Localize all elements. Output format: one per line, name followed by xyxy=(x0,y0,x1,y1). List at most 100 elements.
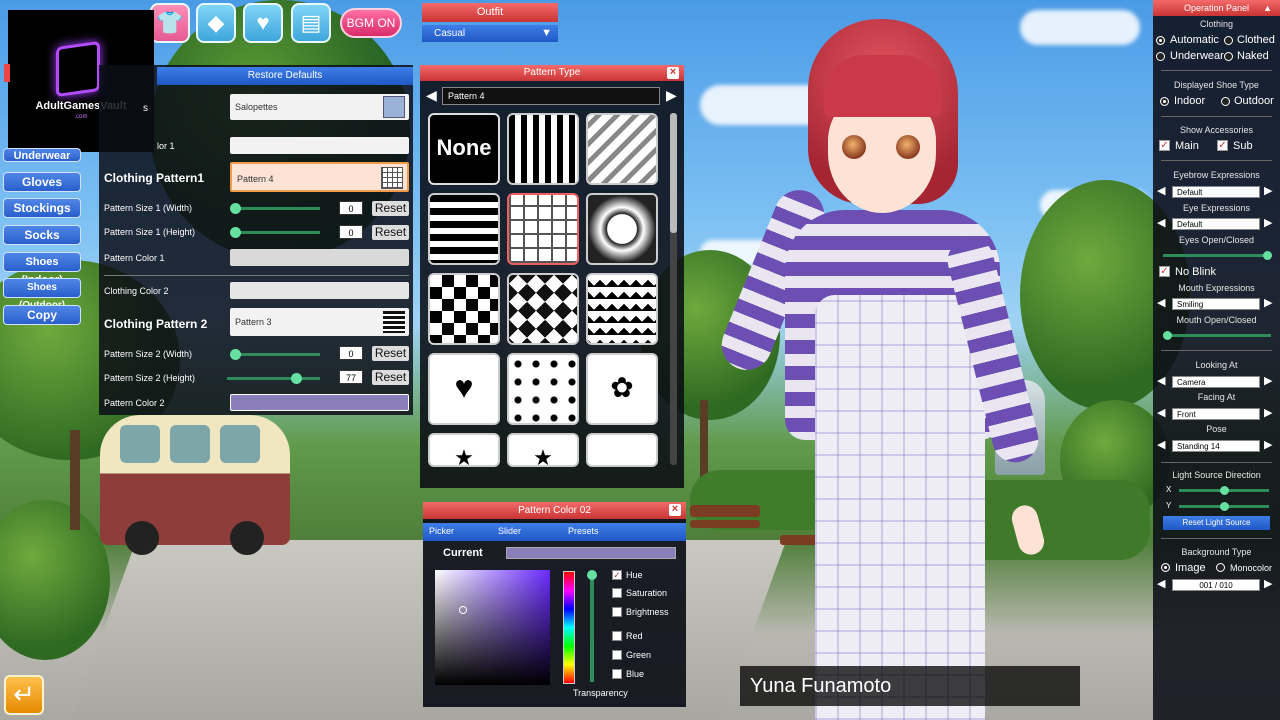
pattern-tile-flower[interactable]: ✿ xyxy=(586,353,658,425)
eyes-open-slider[interactable] xyxy=(1163,251,1272,260)
transparency-slider[interactable] xyxy=(587,570,597,682)
saturation-checkbox[interactable] xyxy=(612,588,622,598)
heart-icon[interactable]: ♥ xyxy=(243,3,283,43)
menu-item-copy[interactable]: Copy xyxy=(3,305,81,325)
pattern-size1-width-slider[interactable] xyxy=(230,203,320,214)
prev-pattern-arrow-icon[interactable]: ◀ xyxy=(426,87,437,104)
pattern-tile-star-b[interactable]: ★ xyxy=(507,433,579,467)
pattern1-field[interactable]: Pattern 4 xyxy=(230,162,409,192)
looking-prev-arrow-icon[interactable]: ◀ xyxy=(1157,374,1165,387)
pattern-tile-none[interactable]: None xyxy=(428,113,500,185)
close-icon[interactable]: × xyxy=(667,67,679,79)
light-x-slider[interactable] xyxy=(1179,486,1269,495)
bg-image-radio[interactable] xyxy=(1161,563,1170,572)
tab-slider[interactable]: Slider xyxy=(498,526,521,536)
pose-next-arrow-icon[interactable]: ▶ xyxy=(1264,438,1272,451)
bg-prev-arrow-icon[interactable]: ◀ xyxy=(1157,577,1165,590)
no-blink-checkbox[interactable]: ✓ xyxy=(1159,266,1170,277)
pattern-selector[interactable]: Pattern 4 xyxy=(442,87,660,105)
pattern-tile-horizontal-stripes[interactable] xyxy=(428,193,500,265)
pattern-size2-width-reset-button[interactable]: Reset xyxy=(372,346,409,361)
pattern-size2-width-slider[interactable] xyxy=(230,349,320,360)
blue-checkbox[interactable] xyxy=(612,669,622,679)
reset-light-source-button[interactable]: Reset Light Source xyxy=(1163,516,1270,530)
pattern-tile-houndstooth[interactable] xyxy=(586,273,658,345)
menu-item-shoes-outdoor[interactable]: Shoes (Outdoor) xyxy=(3,278,81,311)
hue-slider[interactable] xyxy=(563,571,575,684)
clothing-naked-radio[interactable] xyxy=(1224,52,1233,61)
pattern-tile-frame[interactable] xyxy=(586,193,658,265)
mouth-next-arrow-icon[interactable]: ▶ xyxy=(1264,296,1272,309)
pattern-tile-checker[interactable] xyxy=(428,273,500,345)
pattern-tile-star-a[interactable]: ★ xyxy=(428,433,500,467)
pattern-size1-height-slider[interactable] xyxy=(230,227,320,238)
eye-next-arrow-icon[interactable]: ▶ xyxy=(1264,216,1272,229)
pattern-size2-height-input[interactable]: 77 xyxy=(339,370,363,384)
collapse-arrow-icon[interactable]: ▲ xyxy=(1263,0,1272,16)
menu-item-socks[interactable]: Socks xyxy=(3,225,81,245)
bg-monocolor-radio[interactable] xyxy=(1216,563,1225,572)
pattern-color-2-swatch[interactable] xyxy=(230,394,409,411)
pattern-size1-height-reset-button[interactable]: Reset xyxy=(372,225,409,240)
pattern-color-1-swatch[interactable] xyxy=(230,249,409,266)
pattern-tile-dots[interactable] xyxy=(507,353,579,425)
eyebrow-select[interactable]: Default xyxy=(1172,186,1260,198)
eye-select[interactable]: Default xyxy=(1172,218,1260,230)
pattern-tile-misc[interactable] xyxy=(586,433,658,467)
clothing-type-field[interactable]: Salopettes xyxy=(230,94,409,120)
shoe-outdoor-radio[interactable] xyxy=(1221,97,1230,106)
restore-defaults-button[interactable]: Restore Defaults xyxy=(157,67,413,85)
pattern-tile-diagonal-stripes[interactable] xyxy=(586,113,658,185)
hue-checkbox[interactable]: ✓ xyxy=(612,570,622,580)
bg-index-select[interactable]: 001 / 010 xyxy=(1172,579,1260,591)
eyebrow-next-arrow-icon[interactable]: ▶ xyxy=(1264,184,1272,197)
shoe-indoor-radio[interactable] xyxy=(1160,97,1169,106)
tab-picker[interactable]: Picker xyxy=(429,526,454,536)
pose-prev-arrow-icon[interactable]: ◀ xyxy=(1157,438,1165,451)
bg-next-arrow-icon[interactable]: ▶ xyxy=(1264,577,1272,590)
outfit-select[interactable]: Casual ▼ xyxy=(422,25,558,42)
facing-prev-arrow-icon[interactable]: ◀ xyxy=(1157,406,1165,419)
pattern2-field[interactable]: Pattern 3 xyxy=(230,308,409,336)
pattern-size2-height-reset-button[interactable]: Reset xyxy=(372,370,409,385)
facing-select[interactable]: Front xyxy=(1172,408,1260,420)
picker-cursor[interactable] xyxy=(459,606,467,614)
light-y-slider[interactable] xyxy=(1179,502,1269,511)
pattern-tile-diamond[interactable] xyxy=(507,273,579,345)
tab-presets[interactable]: Presets xyxy=(568,526,599,536)
menu-item-stockings[interactable]: Stockings xyxy=(3,198,81,218)
accessories-sub-checkbox[interactable]: ✓ xyxy=(1217,140,1228,151)
menu-item-underwear[interactable]: Underwear xyxy=(3,148,81,162)
close-icon[interactable]: × xyxy=(669,504,681,516)
pattern-size2-width-input[interactable]: 0 xyxy=(339,346,363,360)
pattern-scrollbar[interactable] xyxy=(670,113,677,465)
bgm-toggle-button[interactable]: BGM ON xyxy=(340,8,402,38)
back-arrow-icon[interactable]: ↵ xyxy=(4,675,44,715)
facing-next-arrow-icon[interactable]: ▶ xyxy=(1264,406,1272,419)
pattern-tile-heart[interactable]: ♥ xyxy=(428,353,500,425)
clothing-color-2-swatch[interactable] xyxy=(230,282,409,299)
eye-prev-arrow-icon[interactable]: ◀ xyxy=(1157,216,1165,229)
looking-next-arrow-icon[interactable]: ▶ xyxy=(1264,374,1272,387)
document-icon[interactable]: ▤ xyxy=(291,3,331,43)
next-pattern-arrow-icon[interactable]: ▶ xyxy=(666,87,677,104)
red-checkbox[interactable] xyxy=(612,631,622,641)
brightness-checkbox[interactable] xyxy=(612,607,622,617)
green-checkbox[interactable] xyxy=(612,650,622,660)
pose-select[interactable]: Standing 14 xyxy=(1172,440,1260,452)
menu-item-gloves[interactable]: Gloves xyxy=(3,172,81,192)
diamond-icon[interactable]: ◆ xyxy=(196,3,236,43)
looking-select[interactable]: Camera xyxy=(1172,376,1260,388)
eyebrow-prev-arrow-icon[interactable]: ◀ xyxy=(1157,184,1165,197)
shirt-icon[interactable]: 👕 xyxy=(150,3,190,43)
operation-panel-header[interactable]: Operation Panel ▲ xyxy=(1153,0,1280,16)
pattern-size1-height-input[interactable]: 0 xyxy=(339,225,363,239)
pattern-size1-width-reset-button[interactable]: Reset xyxy=(372,201,409,216)
clothing-underwear-radio[interactable] xyxy=(1156,52,1165,61)
saturation-value-picker[interactable] xyxy=(435,570,550,685)
menu-item-shoes-indoor[interactable]: Shoes (Indoor) xyxy=(3,252,81,286)
mouth-prev-arrow-icon[interactable]: ◀ xyxy=(1157,296,1165,309)
pattern-size1-width-input[interactable]: 0 xyxy=(339,201,363,215)
clothing-clothed-radio[interactable] xyxy=(1224,36,1233,45)
pattern-tile-vertical-stripes[interactable] xyxy=(507,113,579,185)
